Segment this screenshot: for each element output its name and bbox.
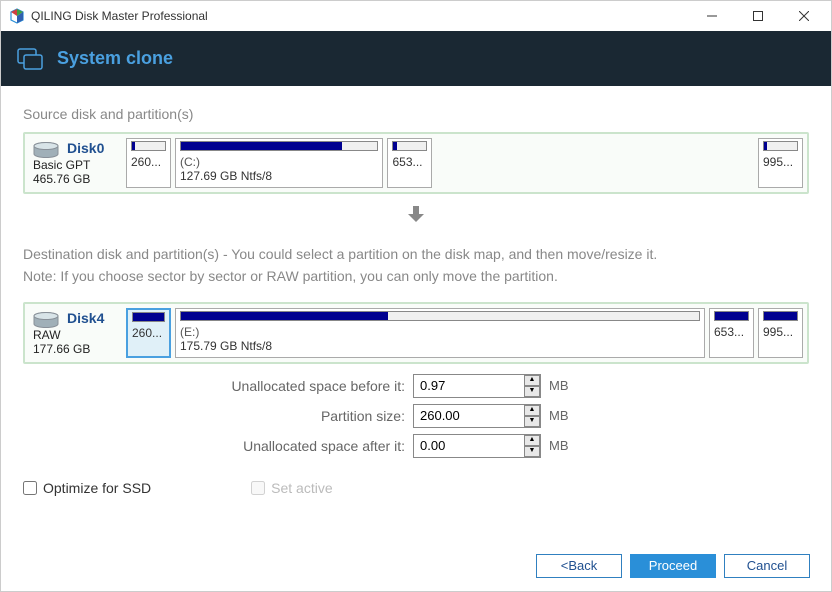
spin-down-icon[interactable]: ▼ (524, 446, 540, 457)
space-before-label: Unallocated space before it: (23, 378, 413, 394)
footer-buttons: <Back Proceed Cancel (536, 554, 810, 578)
destination-partition[interactable]: 995... (758, 308, 803, 358)
window-title: QILING Disk Master Professional (31, 9, 689, 23)
system-clone-icon (17, 46, 43, 72)
spin-up-icon[interactable]: ▲ (524, 405, 540, 416)
destination-disk-box: Disk4 RAW 177.66 GB 260... (E:) 175.79 G… (23, 302, 809, 364)
proceed-button[interactable]: Proceed (630, 554, 716, 578)
maximize-button[interactable] (735, 1, 781, 31)
source-partition[interactable]: (C:) 127.69 GB Ntfs/8 (175, 138, 383, 188)
destination-disk-name: Disk4 (67, 310, 104, 326)
set-active-input (251, 481, 265, 495)
optimize-ssd-checkbox[interactable]: Optimize for SSD (23, 480, 151, 496)
unit-label: MB (549, 408, 569, 423)
close-button[interactable] (781, 1, 827, 31)
app-logo-icon (9, 8, 25, 24)
spin-up-icon[interactable]: ▲ (524, 375, 540, 386)
source-disk-type: Basic GPT (33, 158, 118, 172)
spin-up-icon[interactable]: ▲ (524, 435, 540, 446)
destination-disk-size: 177.66 GB (33, 342, 118, 356)
partition-size-label: Partition size: (23, 408, 413, 424)
destination-partition[interactable]: (E:) 175.79 GB Ntfs/8 (175, 308, 705, 358)
destination-disk-info: Disk4 RAW 177.66 GB (29, 308, 122, 358)
space-after-label: Unallocated space after it: (23, 438, 413, 454)
cancel-button[interactable]: Cancel (724, 554, 810, 578)
back-button[interactable]: <Back (536, 554, 622, 578)
source-partition[interactable]: 260... (126, 138, 171, 188)
optimize-ssd-input[interactable] (23, 481, 37, 495)
unit-label: MB (549, 378, 569, 393)
destination-partition[interactable]: 653... (709, 308, 754, 358)
source-disk-info: Disk0 Basic GPT 465.76 GB (29, 138, 122, 188)
space-after-input[interactable] (413, 434, 541, 458)
destination-partition[interactable]: 260... (126, 308, 171, 358)
disk-icon (33, 142, 59, 158)
source-partition[interactable]: 995... (758, 138, 803, 188)
set-active-checkbox: Set active (251, 480, 332, 496)
destination-label: Destination disk and partition(s) - You … (23, 243, 809, 288)
space-before-input[interactable] (413, 374, 541, 398)
unit-label: MB (549, 438, 569, 453)
spin-down-icon[interactable]: ▼ (524, 416, 540, 427)
arrow-down-icon (23, 204, 809, 229)
source-label: Source disk and partition(s) (23, 106, 809, 122)
source-disk-name: Disk0 (67, 140, 104, 156)
source-disk-box: Disk0 Basic GPT 465.76 GB 260... (C:) 12… (23, 132, 809, 194)
source-partition[interactable]: 653... (387, 138, 432, 188)
partition-size-input[interactable] (413, 404, 541, 428)
minimize-button[interactable] (689, 1, 735, 31)
resize-form: Unallocated space before it: ▲▼ MB Parti… (23, 374, 809, 458)
destination-disk-type: RAW (33, 328, 118, 342)
spin-down-icon[interactable]: ▼ (524, 386, 540, 397)
page-header: System clone (1, 31, 831, 86)
disk-icon (33, 312, 59, 328)
source-disk-size: 465.76 GB (33, 172, 118, 186)
titlebar: QILING Disk Master Professional (1, 1, 831, 31)
page-title: System clone (57, 48, 173, 69)
